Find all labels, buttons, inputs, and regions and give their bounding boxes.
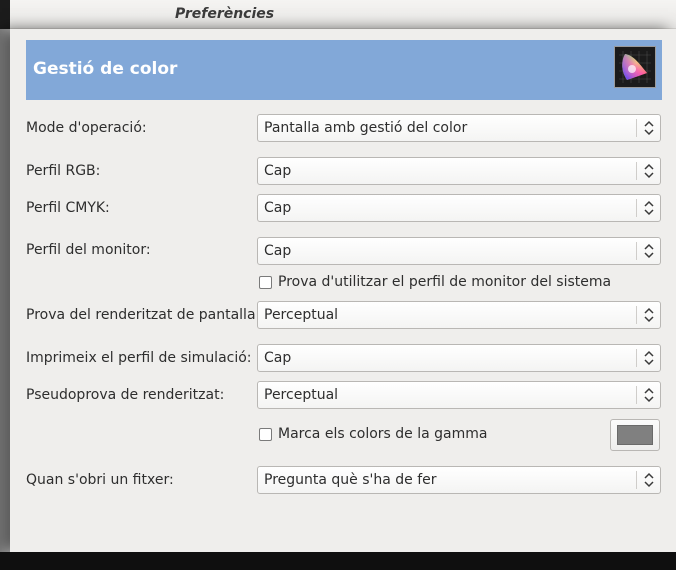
updown-arrows-icon (643, 198, 655, 218)
mode-label: Mode d'operació: (26, 120, 147, 136)
updown-arrows-icon (643, 470, 655, 490)
preferences-window: Preferències Gestió de color Mode d'oper… (0, 0, 676, 570)
checkbox-box[interactable] (259, 428, 272, 441)
combo-separator (636, 162, 637, 180)
monitor-profile-combo[interactable]: Cap (257, 237, 661, 265)
softproof-rendering-label: Pseudoprova de renderitzat: (26, 387, 225, 403)
checkbox-box[interactable] (259, 276, 272, 289)
updown-arrows-icon (643, 348, 655, 368)
section-header: Gestió de color (26, 40, 662, 100)
softproof-rendering-combo[interactable]: Perceptual (257, 381, 661, 409)
mark-gamut-label: Marca els colors de la gamma (278, 426, 488, 442)
rgb-profile-value: Cap (264, 163, 292, 179)
updown-arrows-icon (643, 305, 655, 325)
window-title: Preferències (175, 6, 275, 22)
system-monitor-profile-label: Prova d'utilitzar el perfil de monitor d… (278, 274, 612, 290)
cmyk-profile-label: Perfil CMYK: (26, 200, 110, 216)
softproof-rendering-value: Perceptual (264, 387, 339, 403)
on-open-combo[interactable]: Pregunta què s'ha de fer (257, 466, 661, 494)
color-gamut-icon (614, 46, 656, 88)
rgb-profile-label: Perfil RGB: (26, 163, 101, 179)
preferences-content: Gestió de color Mode d'operació: Pantall… (10, 29, 676, 552)
rgb-profile-combo[interactable]: Cap (257, 157, 661, 185)
combo-separator (636, 349, 637, 367)
combo-separator (636, 119, 637, 137)
print-simulation-combo[interactable]: Cap (257, 344, 661, 372)
gamut-warning-color-swatch (617, 425, 653, 445)
combo-separator (636, 386, 637, 404)
cmyk-profile-value: Cap (264, 200, 292, 216)
updown-arrows-icon (643, 241, 655, 261)
print-simulation-value: Cap (264, 350, 292, 366)
window-bottom-shadow (0, 552, 676, 570)
updown-arrows-icon (643, 385, 655, 405)
updown-arrows-icon (643, 118, 655, 138)
display-rendering-label: Prova del renderitzat de pantalla: (26, 307, 261, 323)
mode-combo[interactable]: Pantalla amb gestió del color (257, 114, 661, 142)
combo-separator (636, 306, 637, 324)
gamut-warning-color-button[interactable] (610, 419, 660, 451)
updown-arrows-icon (643, 161, 655, 181)
section-title: Gestió de color (33, 59, 178, 79)
combo-separator (636, 471, 637, 489)
display-rendering-value: Perceptual (264, 307, 339, 323)
on-open-value: Pregunta què s'ha de fer (264, 472, 437, 488)
monitor-profile-value: Cap (264, 243, 292, 259)
on-open-label: Quan s'obri un fitxer: (26, 472, 174, 488)
mode-value: Pantalla amb gestió del color (264, 120, 468, 136)
combo-separator (636, 242, 637, 260)
display-rendering-combo[interactable]: Perceptual (257, 301, 661, 329)
cmyk-profile-combo[interactable]: Cap (257, 194, 661, 222)
title-bar[interactable]: Preferències (10, 0, 676, 29)
print-simulation-label: Imprimeix el perfil de simulació: (26, 350, 252, 366)
monitor-profile-label: Perfil del monitor: (26, 242, 151, 258)
combo-separator (636, 199, 637, 217)
